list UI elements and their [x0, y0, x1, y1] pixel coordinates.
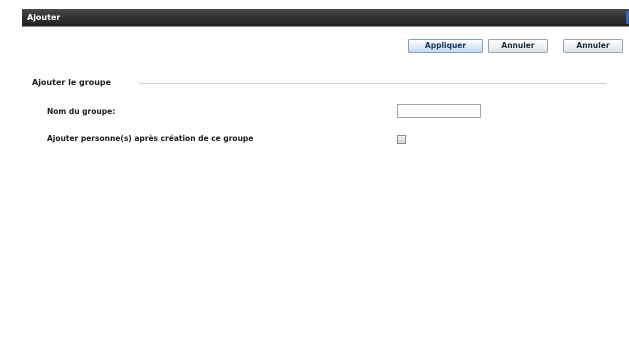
add-people-label: Ajouter personne(s) après création de ce… [47, 134, 254, 143]
apply-button[interactable]: Appliquer [408, 39, 483, 53]
window-title: Ajouter [27, 13, 61, 22]
cancel-button-secondary[interactable]: Annuler [563, 39, 623, 53]
section-divider [139, 83, 606, 84]
window-titlebar: Ajouter [22, 9, 629, 27]
section-title: Ajouter le groupe [32, 78, 112, 87]
group-name-label: Nom du groupe: [47, 107, 116, 116]
cancel-button[interactable]: Annuler [488, 39, 548, 53]
add-people-checkbox[interactable] [397, 135, 406, 144]
group-name-input[interactable] [397, 104, 481, 118]
dialog-page: Ajouter Appliquer Annuler Annuler Ajoute… [0, 0, 629, 351]
